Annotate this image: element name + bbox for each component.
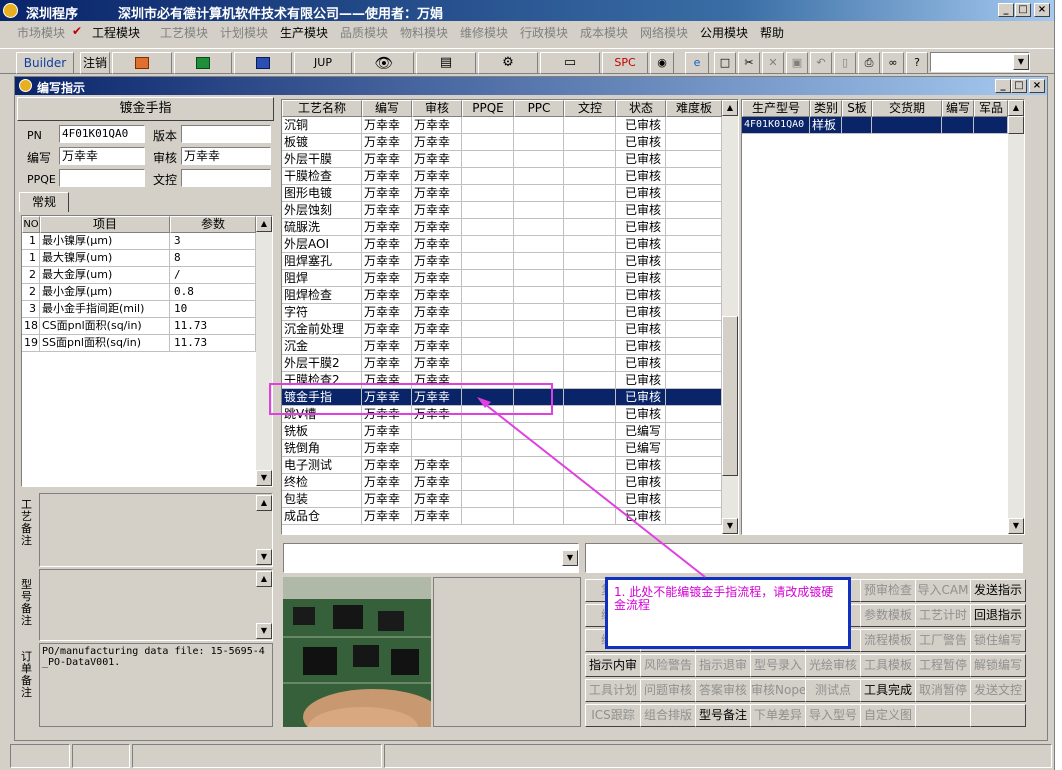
status-pane-3 (132, 744, 382, 768)
menu-production[interactable]: 生产模块 (280, 24, 328, 41)
cut-button[interactable]: ✂ (738, 52, 760, 74)
toolbar: Builder 注销 JUP 👁 ▤ ⚙ ▭ SPC ◉ e □ ✂ ✕ ▣ ↶… (0, 48, 1054, 74)
globe-icon: ◉ (657, 56, 667, 69)
app-title: 深圳市必有德计算机软件技术有限公司——使用者：万娟 (118, 7, 444, 22)
computer-button[interactable]: ▭ (540, 52, 600, 74)
ie-icon: e (693, 56, 701, 69)
eye-icon: 👁 (374, 54, 394, 72)
excel-icon (196, 57, 210, 69)
new-file-icon: □ (719, 56, 731, 69)
menu-process[interactable]: 工艺模块 (160, 24, 208, 41)
status-bar (0, 742, 1054, 770)
delete-button[interactable]: ✕ (762, 52, 784, 74)
menu-material[interactable]: 物料模块 (400, 24, 448, 41)
menu-public[interactable]: 公用模块 (700, 24, 748, 41)
print-button[interactable]: ⎙ (858, 52, 880, 74)
menu-engineering[interactable]: 工程模块 (92, 24, 140, 41)
menu-help[interactable]: 帮助 (760, 24, 784, 41)
maximize-icon[interactable]: □ (1015, 3, 1031, 17)
save-icon: ▣ (791, 56, 803, 69)
network-button[interactable]: ⚙ (478, 52, 538, 74)
undo-button[interactable]: ↶ (810, 52, 832, 74)
menu-cost[interactable]: 成本模块 (580, 24, 628, 41)
preview-icon: ▯ (841, 56, 849, 69)
menu-quality[interactable]: 品质模块 (340, 24, 388, 41)
help-icon: ? (914, 56, 920, 69)
help-button[interactable]: ? (906, 52, 928, 74)
background-window-edge (1054, 0, 1062, 770)
ie-button[interactable]: e (685, 52, 709, 74)
spc-button[interactable]: SPC (602, 52, 648, 74)
write-instruction-window: 编写指示 _ □ × 镀金手指 PN 4F01K01QA0 版本 编写 万幸幸 … (14, 76, 1048, 741)
word-icon (256, 57, 270, 69)
app-title-bar: 深圳程序 深圳市必有德计算机软件技术有限公司——使用者：万娟 _ □ × (0, 0, 1054, 22)
binoculars-icon: ∞ (888, 56, 898, 69)
builder-button[interactable]: Builder (16, 52, 74, 74)
menu-plan[interactable]: 计划模块 (220, 24, 268, 41)
delete-icon: ✕ (768, 56, 778, 69)
status-pane-1 (10, 744, 70, 768)
menu-maintenance[interactable]: 维修模块 (460, 24, 508, 41)
close-icon[interactable]: × (1034, 3, 1050, 17)
check-icon: ✔ (72, 24, 83, 38)
chevron-down-icon[interactable]: ▼ (1013, 54, 1029, 70)
view-eye-button[interactable]: 👁 (354, 52, 414, 74)
app-icon (3, 3, 18, 18)
menu-bar: 市场模块 ✔ 工程模块 工艺模块 计划模块 生产模块 品质模块 物料模块 维修模… (0, 21, 1054, 41)
toolbar-combo[interactable]: ▼ (930, 52, 1030, 72)
save-button[interactable]: ▣ (786, 52, 808, 74)
network-icon: ⚙ (502, 55, 514, 70)
preview-button[interactable]: ▯ (834, 52, 856, 74)
word-button[interactable] (234, 52, 292, 74)
status-pane-4 (384, 744, 1052, 768)
app-name: 深圳程序 (26, 7, 79, 22)
scissors-icon: ✂ (744, 56, 754, 69)
menu-network[interactable]: 网络模块 (640, 24, 688, 41)
globe-button[interactable]: ◉ (650, 52, 674, 74)
printer-icon: ⎙ (864, 56, 874, 69)
database-button[interactable]: ▤ (416, 52, 476, 74)
undo-icon: ↶ (816, 56, 826, 69)
jup-button[interactable]: JUP (294, 52, 352, 74)
powerpoint-button[interactable] (112, 52, 172, 74)
excel-button[interactable] (174, 52, 232, 74)
database-icon: ▤ (439, 55, 453, 70)
find-button[interactable]: ∞ (882, 52, 904, 74)
menu-market[interactable]: 市场模块 (17, 24, 65, 41)
logout-button[interactable]: 注销 (80, 52, 110, 74)
new-file-button[interactable]: □ (714, 52, 736, 74)
annotation-arrow (477, 397, 706, 578)
status-pane-2 (72, 744, 130, 768)
computer-icon: ▭ (563, 55, 577, 70)
powerpoint-icon (135, 57, 149, 69)
minimize-icon[interactable]: _ (998, 3, 1014, 17)
menu-admin[interactable]: 行政模块 (520, 24, 568, 41)
